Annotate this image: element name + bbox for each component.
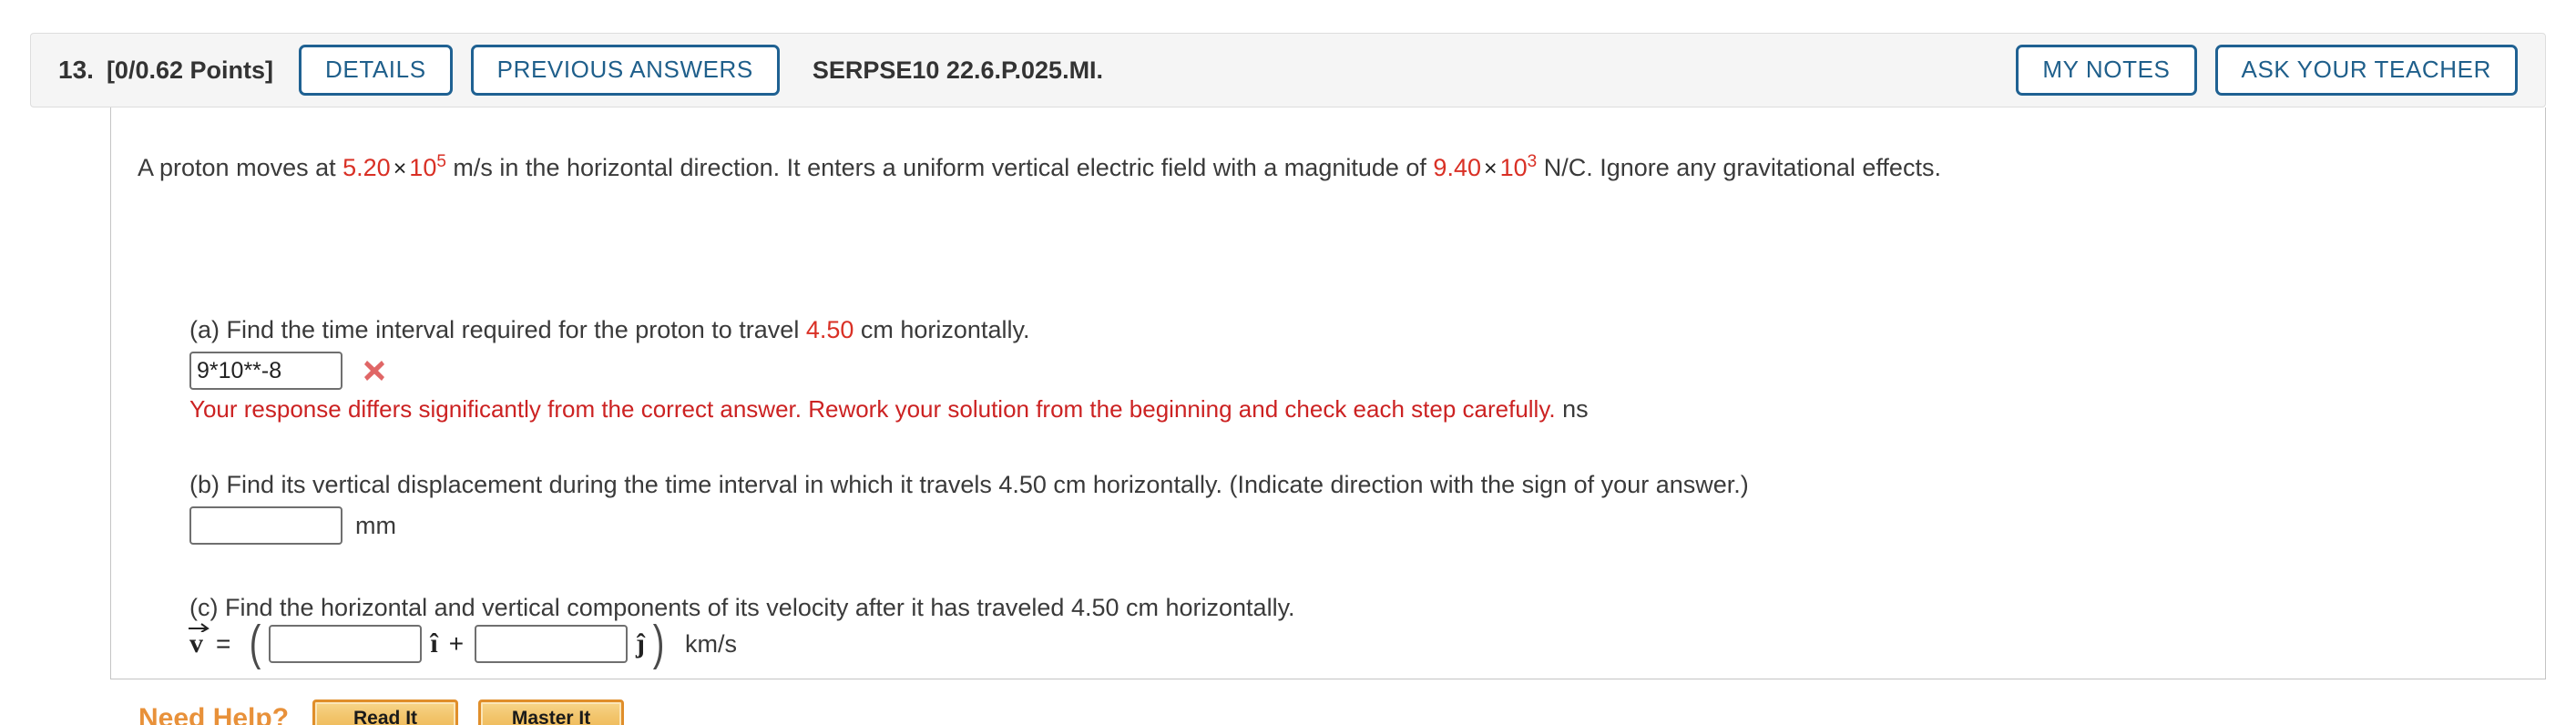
question-body-panel: A proton moves at 5.20 × 105 m/s in the ho… xyxy=(110,107,2546,725)
part-c-prompt: (c) Find the horizontal and vertical com… xyxy=(189,594,1295,621)
stem-value-2-mantissa: 9.40 xyxy=(1433,154,1481,181)
multiplication-sign-icon: × xyxy=(393,156,407,181)
stem-value-2-base: 10 xyxy=(1499,154,1528,181)
ask-your-teacher-button[interactable]: ASK YOUR TEACHER xyxy=(2214,45,2518,96)
part-c-i-component-input[interactable] xyxy=(269,625,423,663)
question-page: 13. [0/0.62 Points] DETAILS PREVIOUS ANS… xyxy=(0,0,2576,725)
velocity-vector-letter: v xyxy=(189,628,203,659)
previous-answers-button[interactable]: PREVIOUS ANSWERS xyxy=(470,45,780,96)
part-b-unit-label: mm xyxy=(355,511,396,539)
part-a-prompt: (a) Find the time interval required for … xyxy=(189,315,1029,344)
part-b-answer-row: mm xyxy=(189,506,396,545)
velocity-vector-symbol: v xyxy=(189,623,210,659)
stem-text-1: A proton moves at xyxy=(138,154,343,181)
details-button[interactable]: DETAILS xyxy=(299,45,453,96)
problem-id-label: SERPSE10 22.6.P.025.MI. xyxy=(812,56,1104,84)
part-a-feedback-message: Your response differs significantly from… xyxy=(189,395,1589,424)
need-help-label: Need Help? xyxy=(138,703,290,725)
stem-value-1-exponent: 5 xyxy=(436,152,446,171)
master-it-button[interactable]: Master It xyxy=(478,699,625,725)
read-it-button[interactable]: Read It xyxy=(312,699,459,725)
stem-text-3: N/C. Ignore any gravitational effects. xyxy=(1537,154,1941,181)
part-c-j-component-input[interactable] xyxy=(475,625,629,663)
problem-statement: A proton moves at 5.20 × 105 m/s in the ho… xyxy=(138,153,1941,182)
part-a-prompt-before: (a) Find the time interval required for … xyxy=(189,316,806,343)
part-a-answer-row xyxy=(189,352,388,390)
stem-value-1-mantissa: 5.20 xyxy=(342,154,391,181)
close-paren: ) xyxy=(652,616,665,671)
part-a-unit-value: ns xyxy=(1562,395,1589,423)
question-points-badge: [0/0.62 Points] xyxy=(106,56,273,84)
header-right-actions: MY NOTES ASK YOUR TEACHER xyxy=(1998,45,2518,96)
part-a-feedback-text: Your response differs significantly from… xyxy=(189,395,1556,423)
part-a-prompt-value: 4.50 xyxy=(805,316,854,343)
part-a-answer-input[interactable] xyxy=(189,352,342,390)
part-b-answer-input[interactable] xyxy=(189,506,342,545)
stem-value-1-base: 10 xyxy=(409,154,437,181)
open-paren: ( xyxy=(250,616,261,671)
part-c-answer-row: v = ( î + ĵ ) km/s xyxy=(189,616,738,671)
part-a-prompt-after: cm horizontally. xyxy=(854,316,1030,343)
equals-sign: = xyxy=(216,629,231,658)
incorrect-x-icon xyxy=(361,357,388,384)
stem-text-2: m/s in the horizontal direction. It ente… xyxy=(445,154,1434,181)
need-help-row: Need Help? Read It Master It xyxy=(138,699,644,725)
plus-sign: + xyxy=(448,629,465,658)
multiplication-sign-icon-2: × xyxy=(1483,156,1498,181)
part-c-unit-label: km/s xyxy=(685,629,738,658)
i-hat-unit-vector-icon: î xyxy=(430,628,438,659)
question-number: 13. xyxy=(58,56,94,84)
my-notes-button[interactable]: MY NOTES xyxy=(2016,45,2197,96)
question-header-bar: 13. [0/0.62 Points] DETAILS PREVIOUS ANS… xyxy=(30,33,2546,107)
stem-value-2-exponent: 3 xyxy=(1527,152,1538,171)
part-b-prompt: (b) Find its vertical displacement durin… xyxy=(189,471,1749,498)
part-a-unit-label: ns xyxy=(1556,395,1589,423)
j-hat-unit-vector-icon: ĵ xyxy=(636,628,646,659)
